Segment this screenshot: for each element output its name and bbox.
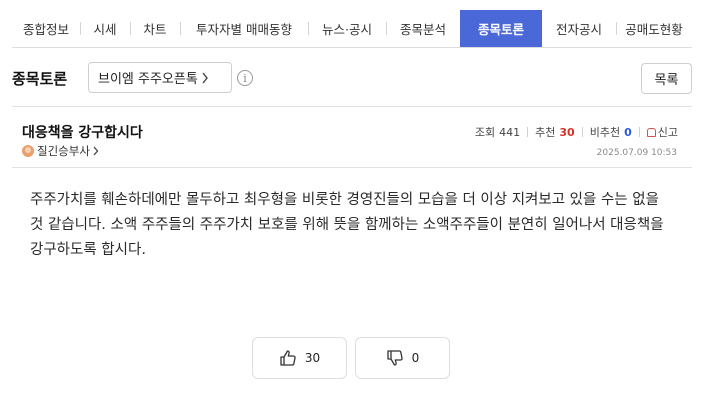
tab-overview[interactable]: 종합정보 [12,10,80,47]
dislike-button[interactable]: 0 [355,337,450,379]
board-title: 종목토론 [12,70,68,88]
report-icon [646,127,656,137]
divider [581,127,583,137]
tab-chart[interactable]: 차트 [130,10,180,47]
top-strip-cutoff [0,0,704,8]
tab-news-disclosure[interactable]: 뉴스·공시 [308,10,386,47]
dislike-count: 0 [411,351,420,365]
report-label: 신고 [657,126,678,139]
info-icon[interactable]: i [237,70,253,86]
thumbs-down-icon [387,350,403,366]
recommend-count: 추천 30 [535,124,575,140]
post-body: 주주가치를 훼손하데에만 몰두하고 최우형을 비롯한 경영진들의 모습을 더 이… [30,192,664,258]
not-recommend-label: 비추천 [589,126,621,139]
tab-investor-trading[interactable]: 투자자별 매매동향 [180,10,308,47]
view-count: 조회 441 [475,124,520,140]
list-button[interactable]: 목록 [641,63,692,94]
chevron-right-icon [93,146,99,156]
post-title: 대응책을 강구합시다 [22,125,143,141]
like-button[interactable]: 30 [252,337,347,379]
tab-discussion[interactable]: 종목토론 [460,10,542,47]
recommend-label: 추천 [535,126,556,139]
like-count: 30 [304,351,321,365]
chevron-right-icon [202,72,208,83]
tab-analysis[interactable]: 종목분석 [386,10,460,47]
author-link[interactable]: 질긴승부사 [22,143,99,159]
stock-open-talk-button[interactable]: 브이엠 주주오픈톡 [88,62,232,93]
not-recommend-count: 비추천 0 [590,124,632,140]
thumbs-up-icon [280,350,296,366]
author-name: 질긴승부사 [37,144,90,158]
post-header: 대응책을 강구합시다 질긴승부사 조회 441 추천 30 비추천 0 신고 2… [12,106,692,168]
tab-short-selling[interactable]: 공매도현황 [616,10,692,47]
not-recommend-value: 0 [624,125,632,139]
avatar [22,145,34,157]
stock-select-label: 브이엠 주주오픈톡 [98,72,198,87]
views-value: 441 [499,125,521,139]
report-button[interactable]: 신고 [646,124,678,140]
recommend-value: 30 [559,125,575,139]
post-date: 2025.07.09 10:53 [596,148,677,158]
divider [527,127,529,137]
divider [638,127,640,137]
tab-electronic-disclosure[interactable]: 전자공시 [542,10,616,47]
post-stats: 조회 441 추천 30 비추천 0 신고 [475,124,678,140]
tab-price[interactable]: 시세 [80,10,130,47]
views-label: 조회 [474,126,496,139]
stock-tab-bar: 종합정보 시세 차트 투자자별 매매동향 뉴스·공시 종목분석 종목토론 전자공… [12,10,692,48]
